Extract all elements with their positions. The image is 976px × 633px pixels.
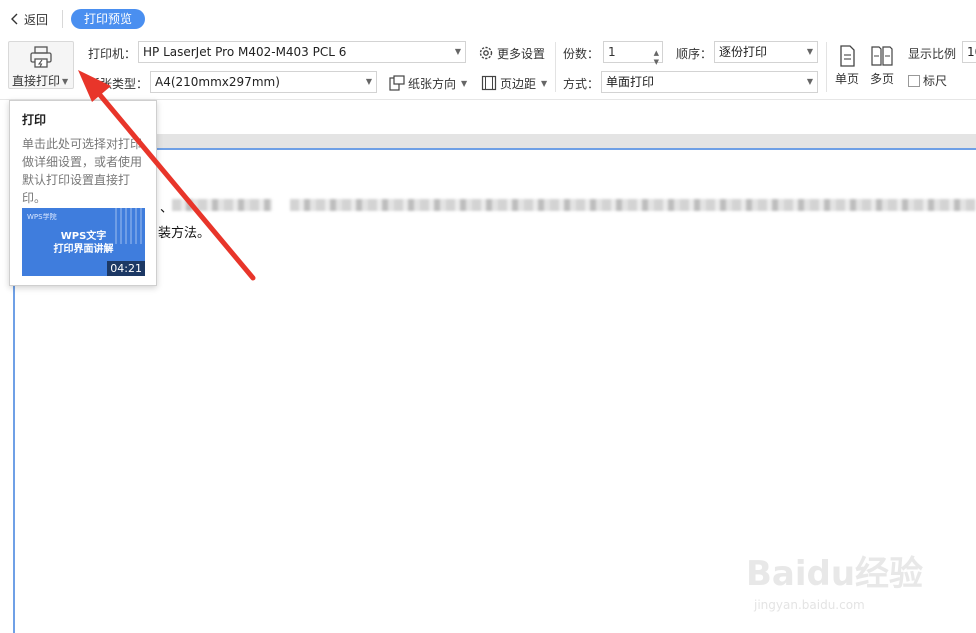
dropdown-caret-icon: ▼ bbox=[461, 78, 468, 88]
dropdown-caret-icon: ▼ bbox=[62, 77, 69, 86]
orientation-button[interactable]: 纸张方向 ▼ bbox=[389, 72, 467, 94]
stepper-down-icon[interactable]: ▼ bbox=[654, 52, 659, 72]
orientation-icon bbox=[389, 75, 405, 91]
multi-page-button[interactable]: 多页 bbox=[867, 44, 897, 87]
orientation-label: 纸张方向 bbox=[408, 76, 457, 91]
video-title-line: 打印界面讲解 bbox=[53, 244, 114, 255]
tooltip-title: 打印 bbox=[22, 113, 47, 127]
print-toolbar: 直接打印 ▼ 打印机： HP LaserJet Pro M402-M403 PCL… bbox=[0, 36, 976, 100]
printer-select[interactable]: HP LaserJet Pro M402-M403 PCL 6 ▼ bbox=[138, 41, 466, 63]
toolbar-separator bbox=[826, 42, 827, 92]
tooltip-description: 单击此处可选择对打印做详细设置，或者使用默认打印设置直接打印。 bbox=[22, 137, 143, 205]
single-page-icon bbox=[840, 45, 855, 67]
document-line: 装方法。 bbox=[158, 226, 211, 241]
redacted-text bbox=[290, 199, 976, 211]
single-page-label: 单页 bbox=[834, 72, 859, 86]
tutorial-video-thumbnail[interactable]: WPS学院 WPS文字 打印界面讲解 04:21 bbox=[22, 208, 145, 276]
video-title-line: WPS文字 bbox=[60, 231, 107, 242]
checkbox-box[interactable] bbox=[908, 74, 920, 87]
chevron-down-icon: ▼ bbox=[806, 77, 813, 86]
print-preview-tab[interactable]: 打印预览 bbox=[71, 9, 145, 29]
chevron-left-icon bbox=[11, 13, 18, 25]
order-select[interactable]: 逐份打印 ▼ bbox=[714, 41, 818, 63]
dropdown-caret-icon: ▼ bbox=[541, 78, 548, 88]
gear-icon bbox=[479, 46, 493, 60]
order-value: 逐份打印 bbox=[719, 45, 768, 59]
page-edge-top bbox=[13, 148, 976, 150]
paper-type-value: A4(210mmx297mm) bbox=[155, 75, 280, 89]
mode-select[interactable]: 单面打印 ▼ bbox=[601, 71, 818, 93]
ruler-checkbox[interactable]: 标尺 bbox=[908, 72, 947, 89]
chevron-down-icon: ▼ bbox=[365, 77, 372, 86]
direct-print-label: 直接打印 ▼ bbox=[12, 74, 69, 88]
ruler-label: 标尺 bbox=[923, 74, 948, 88]
copies-label: 份数： bbox=[563, 47, 600, 61]
video-brand: WPS学院 bbox=[27, 213, 57, 221]
multi-page-icon bbox=[871, 46, 893, 66]
direct-print-button[interactable]: 直接打印 ▼ bbox=[8, 41, 74, 89]
video-title: WPS文字 打印界面讲解 bbox=[22, 230, 145, 256]
margins-button[interactable]: 页边距 ▼ bbox=[481, 72, 547, 94]
back-button[interactable]: 返回 bbox=[10, 10, 48, 28]
printer-icon bbox=[30, 46, 52, 68]
divider bbox=[62, 10, 63, 28]
chevron-down-icon: ▼ bbox=[806, 47, 813, 56]
mode-value: 单面打印 bbox=[606, 75, 655, 89]
order-label: 顺序： bbox=[676, 47, 713, 61]
video-duration: 04:21 bbox=[107, 261, 145, 276]
single-page-button[interactable]: 单页 bbox=[832, 44, 862, 87]
baidu-watermark: Baidu经验 jingyan.baidu.com bbox=[746, 546, 926, 626]
chevron-down-icon: ▼ bbox=[454, 47, 461, 56]
margins-icon bbox=[481, 75, 497, 91]
paper-type-select[interactable]: A4(210mmx297mm) ▼ bbox=[150, 71, 377, 93]
multi-page-label: 多页 bbox=[869, 72, 894, 86]
zoom-value: 10 bbox=[967, 45, 976, 59]
back-label: 返回 bbox=[24, 12, 49, 27]
copies-stepper[interactable]: 1 ▲ ▼ bbox=[603, 41, 663, 66]
toolbar-separator bbox=[555, 42, 556, 92]
more-settings-button[interactable]: 更多设置 bbox=[478, 42, 545, 64]
paper-type-label: 纸张类型： bbox=[88, 77, 149, 91]
watermark-logo: Baidu经验 bbox=[746, 554, 924, 594]
watermark-url: jingyan.baidu.com bbox=[754, 598, 865, 612]
printer-value: HP LaserJet Pro M402-M403 PCL 6 bbox=[143, 45, 347, 59]
print-tooltip: 打印 单击此处可选择对打印做详细设置，或者使用默认打印设置直接打印。 WPS学院… bbox=[9, 100, 157, 286]
page-top-gutter bbox=[13, 134, 976, 148]
top-bar: 返回 打印预览 bbox=[0, 0, 976, 36]
mode-label: 方式： bbox=[563, 77, 600, 91]
redacted-text bbox=[172, 199, 272, 211]
margins-label: 页边距 bbox=[500, 76, 537, 91]
zoom-select[interactable]: 10 bbox=[962, 41, 976, 63]
zoom-label: 显示比例 bbox=[908, 47, 957, 61]
copies-value: 1 bbox=[608, 45, 616, 59]
printer-label: 打印机： bbox=[88, 47, 137, 61]
more-settings-label: 更多设置 bbox=[497, 46, 546, 61]
